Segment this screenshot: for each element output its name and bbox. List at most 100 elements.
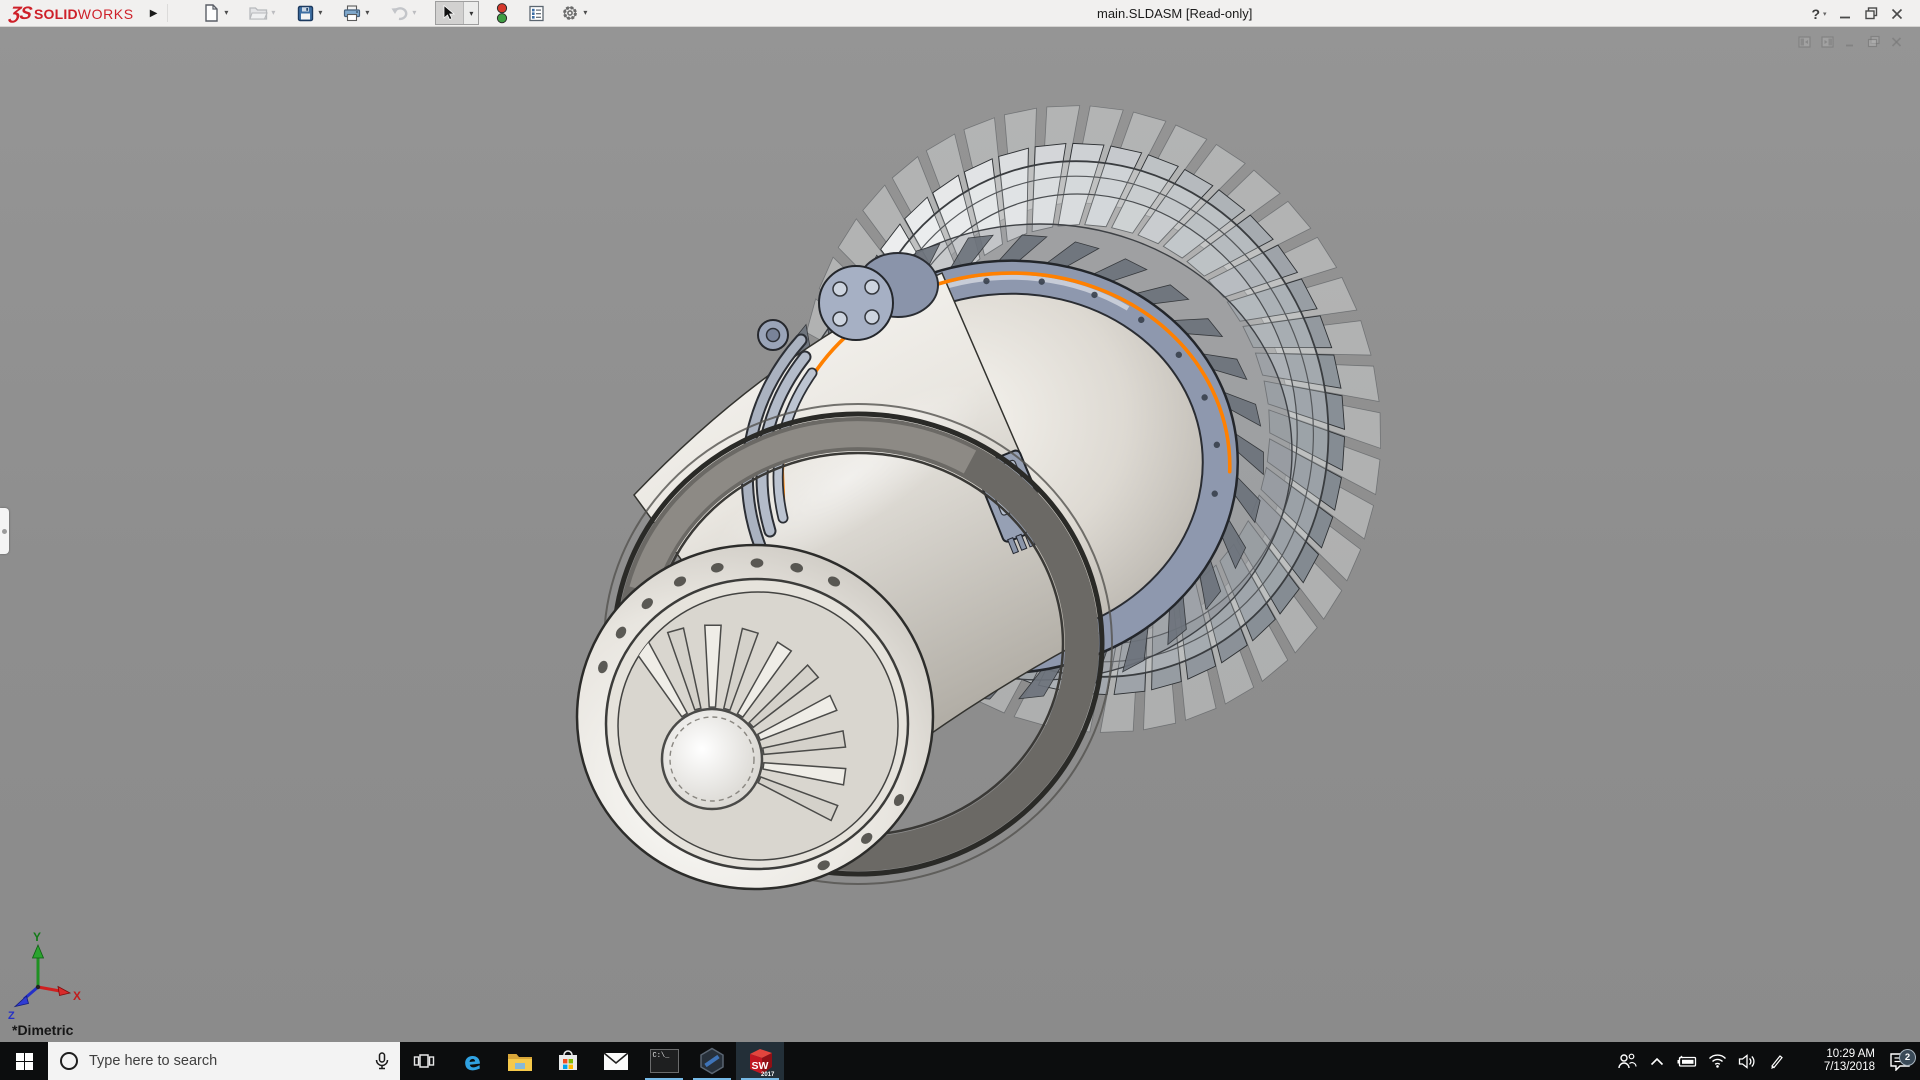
search-input[interactable] <box>87 1052 374 1070</box>
window-title: main.SLDASM [Read-only] <box>1097 0 1252 27</box>
help-dropdown: ▾ <box>1823 10 1827 18</box>
z-axis-label: Z <box>8 1010 15 1022</box>
mail-button[interactable] <box>592 1042 640 1080</box>
help-icon: ? <box>1811 6 1820 22</box>
sw-icon-year: 2017 <box>761 1072 775 1077</box>
restore-icon <box>1865 7 1878 20</box>
new-document-button[interactable] <box>198 1 224 25</box>
print-icon <box>343 5 361 22</box>
task-view-button[interactable] <box>400 1042 448 1080</box>
select-tool-button[interactable] <box>436 2 463 24</box>
edge-button[interactable]: e <box>448 1042 496 1080</box>
task-view-icon <box>413 1050 435 1072</box>
toolbar-separator <box>167 4 168 22</box>
battery-icon <box>1676 1055 1698 1068</box>
save-icon <box>297 5 314 22</box>
file-explorer-button[interactable] <box>496 1042 544 1080</box>
hidden-icons-button[interactable] <box>1642 1042 1672 1080</box>
solidworks-logo-solid: SOLID <box>34 6 78 22</box>
y-axis-label: Y <box>33 930 41 944</box>
rebuild-traffic-light-icon <box>496 3 508 24</box>
help-button[interactable]: ? ▾ <box>1806 0 1832 27</box>
solidworks-logo-works: WORKS <box>78 6 134 22</box>
options-dropdown[interactable]: ▾ <box>583 1 596 25</box>
doc-previous-icon[interactable] <box>1798 35 1812 49</box>
taskbar-clock[interactable]: 10:29 AM 7/13/2018 <box>1797 1048 1875 1075</box>
windows-taskbar: e <box>0 1042 1920 1080</box>
solidworks-logo: ƷS SOLID WORKS <box>10 3 134 24</box>
people-icon <box>1617 1053 1637 1069</box>
feature-panel-collapsed-tab[interactable] <box>0 508 9 554</box>
command-prompt-icon: C:\_ <box>650 1049 679 1073</box>
file-properties-icon <box>528 5 545 22</box>
z-axis-arrow <box>15 996 29 1007</box>
chevron-up-icon <box>1650 1057 1664 1066</box>
cortana-icon <box>60 1052 78 1070</box>
document-window-controls <box>1798 35 1904 49</box>
window-controls: ? ▾ <box>1806 0 1910 27</box>
titlebar: ƷS SOLID WORKS ▶ ▾ ▾ <box>0 0 1920 27</box>
doc-minimize-icon[interactable] <box>1844 35 1858 49</box>
undo-icon <box>390 5 408 21</box>
clock-time: 10:29 AM <box>1797 1048 1875 1062</box>
battery-button[interactable] <box>1672 1042 1702 1080</box>
x-axis-label: X <box>73 989 81 1003</box>
save-button[interactable] <box>292 1 318 25</box>
solidworks-app-button[interactable]: SW 2017 <box>736 1042 784 1080</box>
microsoft-store-button[interactable] <box>544 1042 592 1080</box>
windows-ink-button[interactable] <box>1762 1042 1792 1080</box>
graphics-viewport[interactable]: Y X Z *Dimetric <box>0 27 1920 1042</box>
view-orientation-label: *Dimetric <box>12 1022 73 1038</box>
print-dropdown[interactable]: ▾ <box>365 1 378 25</box>
wifi-button[interactable] <box>1702 1042 1732 1080</box>
system-tray: 10:29 AM 7/13/2018 2 <box>1612 1042 1920 1080</box>
undo-dropdown: ▾ <box>412 1 425 25</box>
volume-button[interactable] <box>1732 1042 1762 1080</box>
y-axis-arrow <box>33 945 44 958</box>
close-button[interactable] <box>1884 0 1910 27</box>
solidworks-logo-mark: ƷS <box>8 3 33 24</box>
command-prompt-text: C:\_ <box>653 1052 670 1060</box>
model-jet-engine-assembly[interactable] <box>0 27 1920 1042</box>
options-gear-icon <box>561 4 579 22</box>
x-axis-arrow <box>58 987 70 996</box>
hexagon-app-button[interactable] <box>688 1042 736 1080</box>
mounting-lug <box>758 320 788 350</box>
doc-next-icon[interactable] <box>1821 35 1835 49</box>
doc-close-icon[interactable] <box>1890 35 1904 49</box>
select-tool-dropdown[interactable]: ▾ <box>463 2 478 24</box>
file-properties-button[interactable] <box>523 1 549 25</box>
file-explorer-icon <box>507 1051 533 1072</box>
save-dropdown[interactable]: ▾ <box>318 1 331 25</box>
new-document-icon <box>202 4 220 22</box>
pen-icon <box>1769 1053 1785 1069</box>
rebuild-button[interactable] <box>489 1 515 25</box>
minimize-icon <box>1839 8 1851 20</box>
people-button[interactable] <box>1612 1042 1642 1080</box>
new-document-dropdown[interactable]: ▾ <box>224 1 237 25</box>
notification-badge: 2 <box>1899 1049 1916 1066</box>
command-prompt-button[interactable]: C:\_ <box>640 1042 688 1080</box>
open-document-button[interactable] <box>245 1 271 25</box>
restore-button[interactable] <box>1858 0 1884 27</box>
minimize-button[interactable] <box>1832 0 1858 27</box>
options-button[interactable] <box>557 1 583 25</box>
clock-date: 7/13/2018 <box>1797 1061 1875 1075</box>
select-tool-group: ▾ <box>435 1 479 25</box>
taskbar-search-box[interactable] <box>48 1042 400 1080</box>
mail-icon <box>603 1052 629 1071</box>
doc-restore-icon[interactable] <box>1867 35 1881 49</box>
action-center-button[interactable]: 2 <box>1880 1052 1920 1071</box>
windows-logo-icon <box>16 1053 33 1070</box>
taskbar-apps: e <box>400 1042 784 1080</box>
open-document-icon <box>249 5 268 21</box>
menu-flyout-arrow-icon[interactable]: ▶ <box>150 0 158 27</box>
start-button[interactable] <box>0 1042 48 1080</box>
edge-icon: e <box>462 1048 481 1075</box>
microsoft-store-icon <box>556 1049 580 1073</box>
panel-tab-dot-icon <box>2 529 7 534</box>
microphone-icon[interactable] <box>374 1052 390 1070</box>
print-button[interactable] <box>339 1 365 25</box>
solidworks-2017-icon: SW 2017 <box>745 1046 775 1077</box>
nozzle[interactable] <box>577 545 933 889</box>
